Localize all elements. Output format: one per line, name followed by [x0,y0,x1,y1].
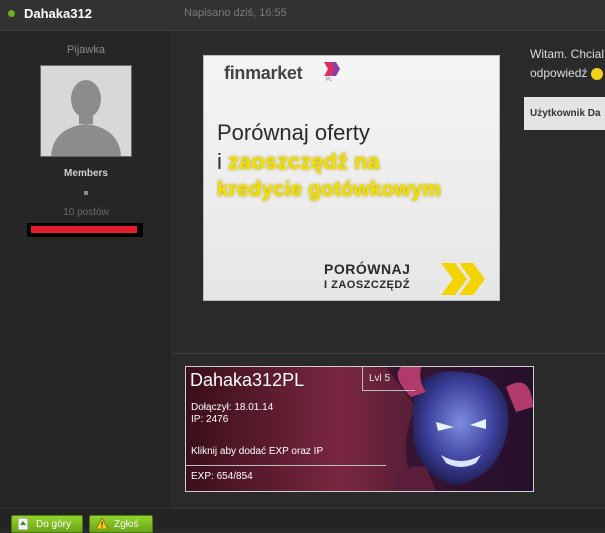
report-button[interactable]: Zgłoś [89,515,153,533]
report-label: Zgłoś [114,519,139,530]
smiley-icon [591,67,604,80]
ad-logo-suffix: PL [326,77,333,83]
post-count: 10 postów [63,207,109,218]
default-avatar-icon [41,66,131,156]
ad-cta-line1: PORÓWNAJ [324,261,411,277]
joined-date: Dołączył: 18.01.14 [191,402,274,413]
ad-headline-line3: kredycie gotówkowym [217,178,442,201]
ip-count: IP: 2476 [191,414,229,425]
back-to-top-label: Do góry [36,519,72,530]
exp-count: EXP: 654/854 [191,471,253,482]
signature-banner[interactable]: Dahaka312PL Lvl 5 Dołączył: 18.01.14 IP:… [185,366,534,492]
post-controls: Do góry Zgłoś [0,508,605,533]
level-box: Lvl 5 [362,367,415,391]
author-name-link[interactable]: Dahaka312 [24,6,92,21]
ad-cta-line2: I ZAOSZCZĘDŹ [324,279,411,291]
post-content: finmarket PL Porównaj oferty i zaoszczęd… [173,31,605,508]
member-group: Members [64,168,108,179]
post-text-line2: odpowiedź [530,66,588,80]
signature-divider [173,353,605,354]
add-exp-link[interactable]: Kliknij aby dodać EXP oraz IP [191,446,323,457]
quote-author: Użytkownik Da [530,108,601,119]
quote-header: Użytkownik Da [524,97,605,130]
warning-icon [96,518,108,529]
advertisement-banner[interactable]: finmarket PL Porównaj oferty i zaoszczęd… [203,55,500,301]
level-label: Lvl 5 [369,373,391,384]
finmarket-logo-icon [324,62,340,76]
reputation-bar [27,223,143,237]
online-status-icon [8,10,15,17]
post-text-line1: Witam. Chcial [530,47,605,61]
member-title: Pijawka [67,44,105,56]
ad-line2-highlight: zaoszczędź na [228,149,380,174]
back-to-top-button[interactable]: Do góry [11,515,83,533]
ad-line2-prefix: i [217,149,222,174]
post-text-line2-wrap: odpowiedź [530,64,605,83]
chevrons-right-icon [441,263,485,295]
ad-headline-line2: i zaoszczędź na [217,149,380,175]
author-panel: Pijawka Members 10 postów [0,31,173,508]
post-date[interactable]: Napisano dziś, 16:55 [184,7,287,19]
ad-headline-line1: Porównaj oferty [217,120,370,145]
reputation-fill [31,226,137,233]
signature-name: Dahaka312PL [190,370,305,390]
exp-divider [186,465,386,466]
post-header: Dahaka312 Napisano dziś, 16:55 [0,0,605,31]
page-up-icon [18,518,28,530]
avatar[interactable] [40,65,132,157]
ad-logo: finmarket [224,63,303,83]
post-body-text: Witam. Chcial odpowiedź [530,45,605,83]
rank-pip-icon [84,191,88,195]
